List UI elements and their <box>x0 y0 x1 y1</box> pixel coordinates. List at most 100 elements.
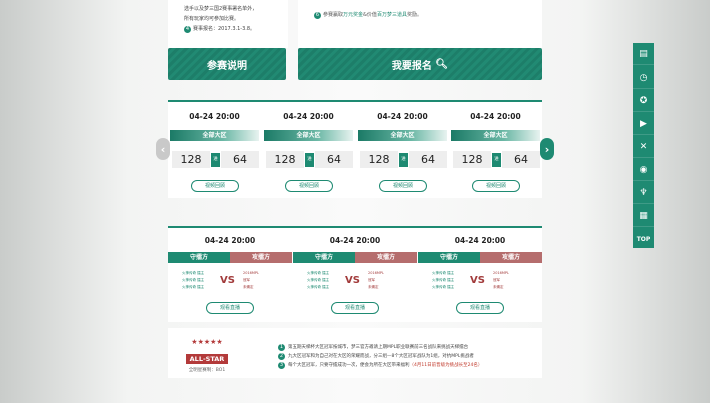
step-number: 4 <box>184 26 191 33</box>
from-count: 128 <box>360 151 398 168</box>
trophy-icon[interactable]: ♆ <box>633 182 654 204</box>
rules-button[interactable]: 参赛说明 <box>168 48 286 80</box>
search-icon: 🔍︎ <box>435 58 449 70</box>
zone-label: 全部大区 <box>264 130 353 141</box>
match-time: 04-24 20:00 <box>204 236 256 245</box>
zone-label: 全部大区 <box>358 130 447 141</box>
defender: 火神传奇 擂主 <box>307 271 330 275</box>
defense-label: 守擂方 <box>293 252 355 263</box>
attacker: 2016MPL <box>243 271 259 275</box>
info-line: 选手以及梦三国2赛事署名单外， <box>184 6 258 12</box>
reward-text: 奖励。 <box>406 12 422 18</box>
defender: 火神传奇 擂主 <box>307 278 330 282</box>
step-number: 6 <box>314 12 321 19</box>
vs-label: VS <box>220 275 235 286</box>
replay-button[interactable]: 视频回顾 <box>285 180 333 192</box>
rules-button-label: 参赛说明 <box>207 60 247 72</box>
reward-info-panel: 6 参赛赢取万元奖金&价值百万梦三道具奖励。 <box>298 0 542 48</box>
star-icon[interactable]: ✪ <box>633 90 654 112</box>
watch-live-button[interactable]: 观看直播 <box>456 302 504 314</box>
sword-icon[interactable]: ✕ <box>633 136 654 158</box>
vs-label: VS <box>470 275 485 286</box>
advancement: 128 进 64 <box>172 151 259 168</box>
carousel-next-button[interactable]: › <box>540 138 554 160</box>
allstar-logo: ★★★★★ ALL-STAR 全明星赛制：BO1 <box>180 338 234 373</box>
reward-text: 参赛赢取 <box>323 12 344 18</box>
live-matches: 04-24 20:00 守擂方 攻擂方 火神传奇 擂主 火神传奇 擂主 火神传奇… <box>168 226 542 322</box>
back-to-top-button[interactable]: TOP <box>633 228 654 250</box>
registration-date: 4 赛事报名：2017.3.1-3.8。 <box>184 24 282 34</box>
carousel-prev-button[interactable]: ‹ <box>156 138 170 160</box>
live-match-card: 04-24 20:00 守擂方 攻擂方 火神传奇 擂主 火神传奇 擂主 火神传奇… <box>418 228 542 322</box>
info-line: 所有玩家均可参加比赛。 <box>184 16 240 22</box>
defense-label: 守擂方 <box>168 252 230 263</box>
defender: 火神传奇 擂主 <box>432 285 455 289</box>
advancement: 128 进 64 <box>266 151 353 168</box>
rule-text: 第五期天梯杯大区冠军按城市，梦三官方邀请上期MPL职业联赛前三名战队来挑战天梯擂… <box>288 345 469 350</box>
advancement: 128 进 64 <box>453 151 540 168</box>
match-time: 04-24 20:00 <box>470 112 521 121</box>
zone-label: 全部大区 <box>451 130 540 141</box>
registration-info-panel: 选手以及梦三国2赛事署名单外， 所有玩家均可参加比赛。 4 赛事报名：2017.3… <box>168 0 288 48</box>
advance-badge: 进 <box>492 152 501 167</box>
rules-list: 1 第五期天梯杯大区冠军按城市，梦三官方邀请上期MPL职业联赛前三名战队来挑战天梯… <box>278 343 482 370</box>
attacker: 2016MPL <box>368 271 384 275</box>
watch-live-button[interactable]: 观看直播 <box>331 302 379 314</box>
defender: 火神传奇 擂主 <box>182 271 205 275</box>
rule-item: 1 第五期天梯杯大区冠军按城市，梦三官方邀请上期MPL职业联赛前三名战队来挑战天梯… <box>278 343 482 352</box>
step-number: 2 <box>278 353 285 360</box>
watch-live-button[interactable]: 观看直播 <box>206 302 254 314</box>
clock-icon[interactable]: ◷ <box>633 67 654 89</box>
to-count: 64 <box>502 151 540 168</box>
video-icon[interactable]: ▶ <box>633 113 654 135</box>
step-number: 1 <box>278 344 285 351</box>
attack-label: 攻擂方 <box>230 252 292 263</box>
rule-item: 2 九大区冠军和为自己对在大区的荣耀而战，分三组—8个大区冠军战队为1组，对抗MP… <box>278 352 482 361</box>
attack-list: 2016MPL 冠军 未确定 <box>368 270 384 291</box>
schedule-card: 04-24 20:00 全部大区 128 进 64 视频回顾 <box>168 102 261 200</box>
play-icon[interactable]: ◉ <box>633 159 654 181</box>
replay-button[interactable]: 视频回顾 <box>472 180 520 192</box>
document-icon[interactable]: ▤ <box>633 43 654 65</box>
step-number: 3 <box>278 362 285 369</box>
attack-list: 2016MPL 冠军 未确定 <box>243 270 259 291</box>
reward-highlight: 百万梦三道具 <box>376 12 407 18</box>
advance-badge: 进 <box>399 152 408 167</box>
defense-list: 火神传奇 擂主 火神传奇 擂主 火神传奇 擂主 <box>432 270 454 291</box>
schedule-card: 04-24 20:00 全部大区 128 进 64 视频回顾 <box>262 102 355 200</box>
schedule-card: 04-24 20:00 全部大区 128 进 64 视频回顾 <box>449 102 542 200</box>
advance-badge: 进 <box>211 152 220 167</box>
calendar-icon[interactable]: ▦ <box>633 205 654 227</box>
attacker: 2016MPL <box>493 271 509 275</box>
attack-label: 攻擂方 <box>355 252 417 263</box>
side-toolbar: ▤ ◷ ✪ ▶ ✕ ◉ ♆ ▦ TOP <box>633 43 654 248</box>
to-count: 64 <box>315 151 353 168</box>
rule-text: 九大区冠军和为自己对在大区的荣耀而战，分三组—8个大区冠军战队为1组，对抗MPL… <box>288 354 474 359</box>
attack-list: 2016MPL 冠军 未确定 <box>493 270 509 291</box>
rule-highlight: （4月11日前晋级为挑战长至24名） <box>409 363 483 368</box>
replay-button[interactable]: 视频回顾 <box>379 180 427 192</box>
attacker: 冠军 <box>243 278 250 282</box>
match-time: 04-24 20:00 <box>454 236 506 245</box>
allstar-rules: ★★★★★ ALL-STAR 全明星赛制：BO1 1 第五期天梯杯大区冠军按城市，… <box>168 328 542 378</box>
schedule-carousel: 04-24 20:00 全部大区 128 进 64 视频回顾 04-24 20:… <box>168 100 542 198</box>
attacker: 未确定 <box>493 285 504 289</box>
to-count: 64 <box>409 151 447 168</box>
match-time: 04-24 20:00 <box>189 112 240 121</box>
rule-item: 3 每个大区冠军，只要守擂成功一次，便会为所在大区带来福利（4月11日前晋级为挑战… <box>278 361 482 370</box>
signup-button-label: 我要报名 <box>391 60 432 72</box>
advance-badge: 进 <box>305 152 314 167</box>
schedule-card: 04-24 20:00 全部大区 128 进 64 视频回顾 <box>356 102 449 200</box>
signup-button[interactable]: 我要报名 🔍︎ <box>298 48 542 80</box>
match-time: 04-24 20:00 <box>377 112 428 121</box>
attacker: 未确定 <box>368 285 379 289</box>
allstar-format: 全明星赛制：BO1 <box>188 368 226 373</box>
stars-icon: ★★★★★ <box>191 338 223 346</box>
attack-label: 攻擂方 <box>480 252 542 263</box>
defender: 火神传奇 擂主 <box>307 285 330 289</box>
vs-label: VS <box>345 275 360 286</box>
attacker: 冠军 <box>493 278 500 282</box>
match-time: 04-24 20:00 <box>283 112 334 121</box>
replay-button[interactable]: 视频回顾 <box>191 180 239 192</box>
to-count: 64 <box>221 151 259 168</box>
